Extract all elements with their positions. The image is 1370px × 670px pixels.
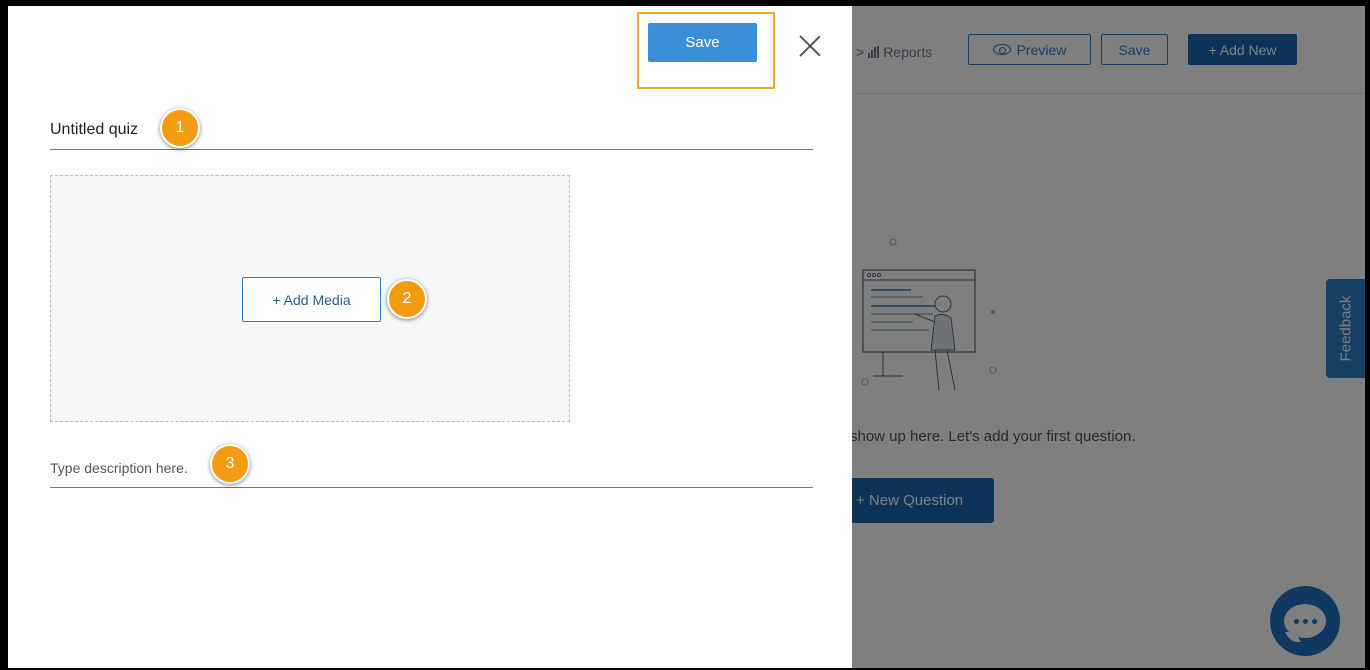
- close-icon[interactable]: [795, 30, 825, 60]
- quiz-settings-panel: Save 1 + Add Media 2 3: [8, 6, 852, 668]
- step-badge-1: 1: [160, 108, 200, 148]
- step-badge-3: 3: [210, 444, 250, 484]
- step-badge-2: 2: [387, 279, 427, 319]
- add-media-button[interactable]: + Add Media: [242, 277, 381, 322]
- screen: > Reports Preview Save + Add New: [8, 6, 1365, 668]
- description-input[interactable]: [50, 448, 813, 488]
- save-button[interactable]: Save: [648, 23, 757, 62]
- media-dropzone[interactable]: + Add Media: [50, 175, 570, 422]
